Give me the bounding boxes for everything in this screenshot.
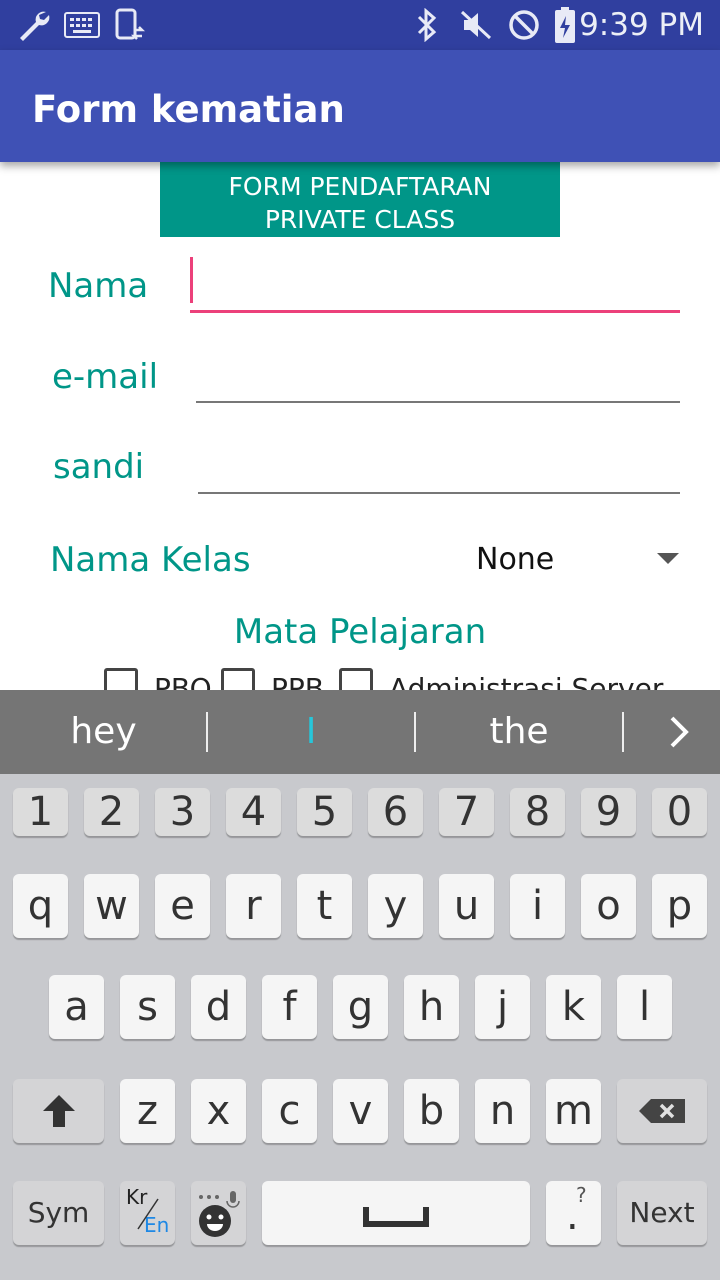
nama-input[interactable] (190, 255, 680, 315)
key-0[interactable]: 0 (652, 788, 707, 836)
sym-key[interactable]: Sym (13, 1181, 104, 1245)
form-header-line1: FORM PENDAFTARAN (228, 172, 492, 201)
suggestion-strip: hey I the (0, 690, 720, 774)
battery-charging-icon (555, 7, 575, 43)
space-key[interactable] (262, 1181, 530, 1245)
key-x[interactable]: x (191, 1079, 246, 1143)
phone-sync-icon (115, 8, 146, 40)
do-not-disturb-icon (509, 10, 539, 40)
form-header-button[interactable]: FORM PENDAFTARAN PRIVATE CLASS (160, 162, 560, 237)
key-g[interactable]: g (333, 975, 388, 1039)
shift-key[interactable] (13, 1079, 104, 1143)
key-u[interactable]: u (439, 874, 494, 938)
space-bar-icon (363, 1207, 429, 1227)
kelas-selected-value: None (476, 542, 555, 577)
suggestion-divider (622, 712, 624, 752)
key-z[interactable]: z (120, 1079, 175, 1143)
backspace-icon (639, 1099, 685, 1123)
mute-icon (460, 10, 492, 40)
key-1[interactable]: 1 (13, 788, 68, 836)
key-p[interactable]: p (652, 874, 707, 938)
chevron-right-icon[interactable] (664, 714, 694, 750)
key-b[interactable]: b (404, 1079, 459, 1143)
app-title: Form kematian (32, 88, 345, 131)
key-t[interactable]: t (297, 874, 352, 938)
key-d[interactable]: d (191, 975, 246, 1039)
key-a[interactable]: a (49, 975, 104, 1039)
key-9[interactable]: 9 (581, 788, 636, 836)
emoji-key[interactable] (191, 1181, 246, 1245)
key-l[interactable]: l (617, 975, 672, 1039)
lang-slash-icon (137, 1198, 159, 1230)
text-cursor (190, 257, 193, 303)
email-input[interactable] (196, 350, 680, 404)
key-4[interactable]: 4 (226, 788, 281, 836)
app-bar: Form kematian (0, 50, 720, 162)
key-5[interactable]: 5 (297, 788, 352, 836)
next-key[interactable]: Next (617, 1181, 707, 1245)
shift-arrow-icon (42, 1095, 75, 1127)
email-underline (196, 401, 680, 403)
key-8[interactable]: 8 (510, 788, 565, 836)
key-n[interactable]: n (475, 1079, 530, 1143)
key-7[interactable]: 7 (439, 788, 494, 836)
keyboard-icon (64, 12, 100, 38)
key-6[interactable]: 6 (368, 788, 423, 836)
mapel-label: Mata Pelajaran (233, 612, 487, 652)
status-bar: 9:39 PM (0, 0, 720, 50)
key-w[interactable]: w (84, 874, 139, 938)
key-j[interactable]: j (475, 975, 530, 1039)
form-header-line2: PRIVATE CLASS (264, 205, 456, 234)
kelas-spinner[interactable]: None (460, 530, 690, 590)
key-h[interactable]: h (404, 975, 459, 1039)
key-s[interactable]: s (120, 975, 175, 1039)
soft-keyboard: 1 2 3 4 5 6 7 8 9 0 q w e r t y u i o p … (0, 774, 720, 1280)
bluetooth-icon (417, 8, 437, 42)
key-v[interactable]: v (333, 1079, 388, 1143)
emoji-mic-icon (198, 1191, 240, 1237)
sandi-underline (198, 492, 680, 494)
key-3[interactable]: 3 (155, 788, 210, 836)
suggestion-2[interactable]: I (208, 690, 414, 774)
nama-label: Nama (48, 266, 149, 306)
key-k[interactable]: k (546, 975, 601, 1039)
key-r[interactable]: r (226, 874, 281, 938)
status-clock: 9:39 PM (579, 7, 704, 43)
nama-underline (190, 310, 680, 313)
email-label: e-mail (52, 357, 159, 397)
key-f[interactable]: f (262, 975, 317, 1039)
key-i[interactable]: i (510, 874, 565, 938)
backspace-key[interactable] (617, 1079, 707, 1143)
period-key[interactable]: ? . (546, 1181, 601, 1245)
key-m[interactable]: m (546, 1079, 601, 1143)
dropdown-arrow-icon (657, 553, 679, 564)
period-label: . (566, 1193, 579, 1239)
key-c[interactable]: c (262, 1079, 317, 1143)
key-e[interactable]: e (155, 874, 210, 938)
sandi-label: sandi (53, 447, 145, 487)
wrench-icon (20, 11, 50, 41)
suggestion-1[interactable]: hey (0, 690, 207, 774)
key-2[interactable]: 2 (84, 788, 139, 836)
key-y[interactable]: y (368, 874, 423, 938)
key-o[interactable]: o (581, 874, 636, 938)
sandi-input[interactable] (198, 440, 680, 495)
language-key[interactable]: Kr En (120, 1181, 175, 1245)
key-q[interactable]: q (13, 874, 68, 938)
suggestion-3[interactable]: the (416, 690, 622, 774)
kelas-label: Nama Kelas (50, 540, 251, 580)
